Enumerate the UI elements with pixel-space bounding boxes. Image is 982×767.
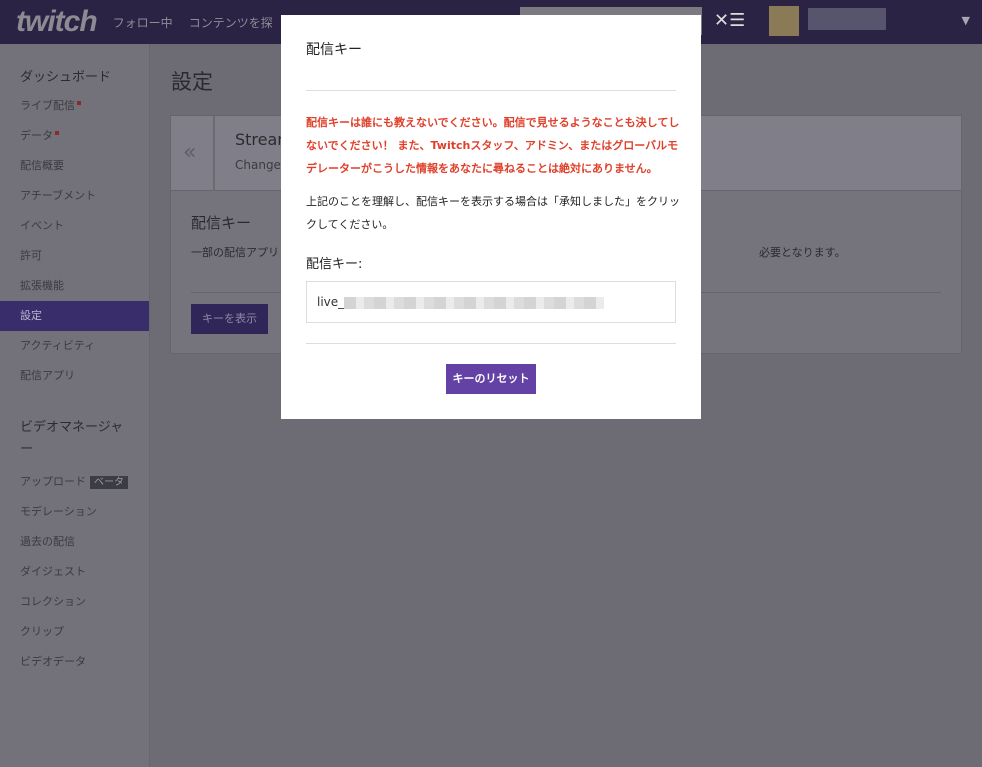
sidebar-item[interactable]: 過去の配信 xyxy=(0,527,149,557)
sidebar-item-label: 過去の配信 xyxy=(20,535,75,548)
sidebar-item[interactable]: イベント xyxy=(0,211,149,241)
sidebar-item-label: ライブ配信 xyxy=(20,99,75,112)
chevron-down-icon[interactable]: ▼ xyxy=(962,14,970,27)
sidebar-item[interactable]: 拡張機能 xyxy=(0,271,149,301)
sidebar-item[interactable]: クリップ xyxy=(0,617,149,647)
stream-key-field[interactable]: live_ xyxy=(306,281,676,323)
sidebar-item[interactable]: 設定 xyxy=(0,301,149,331)
live-dot-icon xyxy=(55,131,59,135)
sidebar-heading-dashboard: ダッシュボード xyxy=(20,70,112,85)
sidebar-item[interactable]: ビデオデータ xyxy=(0,647,149,677)
show-key-button[interactable]: キーを表示 xyxy=(191,304,268,334)
nav-browse[interactable]: コンテンツを探 xyxy=(189,14,273,31)
avatar[interactable] xyxy=(769,6,799,36)
stream-key-desc-end: 必要となります。 xyxy=(759,246,846,259)
sidebar-item[interactable]: アチーブメント xyxy=(0,181,149,211)
reset-key-button[interactable]: キーのリセット xyxy=(446,364,536,394)
sidebar-item[interactable]: コレクション xyxy=(0,587,149,617)
panel-subheading: Change xyxy=(235,158,281,172)
sidebar-item-label: 配信アプリ xyxy=(20,369,75,382)
beta-badge: ベータ xyxy=(90,476,128,489)
sidebar: ダッシュボード ライブ配信データ配信概要アチーブメント イベント許可拡張機能設定ア… xyxy=(0,44,150,767)
sidebar-item-label: アチーブメント xyxy=(20,189,97,202)
sidebar-item-label: イベント xyxy=(20,219,64,232)
sidebar-item[interactable]: ダイジェスト xyxy=(0,557,149,587)
sidebar-item[interactable]: 許可 xyxy=(0,241,149,271)
sidebar-item-label: 設定 xyxy=(20,309,42,322)
key-prefix: live_ xyxy=(317,295,345,309)
live-dot-icon xyxy=(77,101,81,105)
key-label: 配信キー: xyxy=(306,257,363,272)
warning-text: 配信キーは誰にも教えないでください。配信で見せるようなことも決してしないでくださ… xyxy=(306,116,680,175)
sidebar-item[interactable]: データ xyxy=(0,121,149,151)
sidebar-item-label: 拡張機能 xyxy=(20,279,64,292)
sidebar-item-label: 許可 xyxy=(20,249,42,262)
sidebar-item-label: ダイジェスト xyxy=(20,565,86,578)
sidebar-item[interactable]: ライブ配信 xyxy=(0,91,149,121)
sidebar-heading-video: ビデオマネージャー xyxy=(20,420,124,457)
sidebar-item-label: クリップ xyxy=(20,625,64,638)
sidebar-item[interactable]: 配信アプリ xyxy=(0,361,149,391)
sidebar-item[interactable]: アクティビティ xyxy=(0,331,149,361)
sidebar-item-label: モデレーション xyxy=(20,505,97,518)
info-text: 上記のことを理解し、配信キーを表示する場合は「承知しました」をクリックしてくださ… xyxy=(306,195,680,231)
stream-key-modal: 配信キー 配信キーは誰にも教えないでください。配信で見せるようなことも決してしな… xyxy=(281,15,701,419)
nav-following[interactable]: フォロー中 xyxy=(113,14,173,31)
notifications-icon[interactable]: ✕☰ xyxy=(714,10,745,31)
sidebar-item-label: アップロード xyxy=(20,475,86,488)
collapse-chevron-icon[interactable]: « xyxy=(183,140,196,165)
sidebar-item-label: データ xyxy=(20,129,53,142)
sidebar-item[interactable]: モデレーション xyxy=(0,497,149,527)
username-blurred[interactable] xyxy=(808,8,886,30)
sidebar-item-label: ビデオデータ xyxy=(20,655,86,668)
sidebar-item[interactable]: 配信概要 xyxy=(0,151,149,181)
modal-title: 配信キー xyxy=(306,42,362,58)
sidebar-item[interactable]: アップロード ベータ xyxy=(0,467,149,497)
twitch-logo[interactable]: twitch xyxy=(16,5,98,39)
key-blurred xyxy=(344,296,605,309)
stream-key-desc: 一部の配信アプリ xyxy=(191,246,279,259)
page-title: 設定 xyxy=(171,70,213,94)
sidebar-item-label: コレクション xyxy=(20,595,86,608)
sidebar-item-label: 配信概要 xyxy=(20,159,64,172)
stream-key-title: 配信キー xyxy=(191,214,252,232)
sidebar-item-label: アクティビティ xyxy=(20,339,96,352)
